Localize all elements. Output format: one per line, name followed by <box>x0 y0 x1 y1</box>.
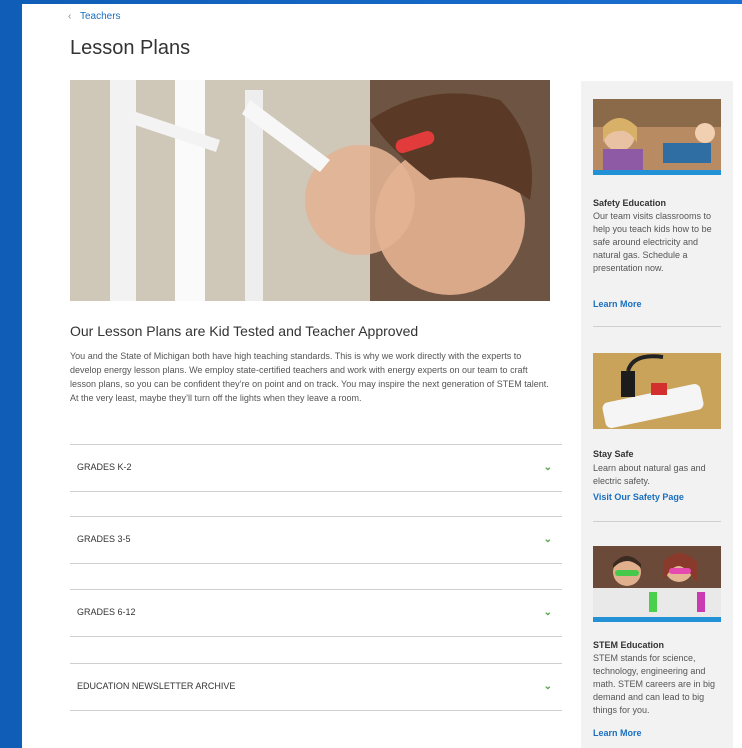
browser-frame: ‹ Teachers Lesson Plans Our Lesson Plans… <box>0 0 742 748</box>
accordion-label: GRADES 6-12 <box>77 607 136 617</box>
card-heading-safety-education: Safety Education <box>593 198 667 208</box>
card-heading-stem-education: STEM Education <box>593 640 665 650</box>
accordion-label: EDUCATION NEWSLETTER ARCHIVE <box>77 681 236 691</box>
card-text-stem-education: STEM stands for science, technology, eng… <box>593 653 716 715</box>
accordion-label: GRADES K-2 <box>77 462 132 472</box>
page-title: Lesson Plans <box>70 37 191 59</box>
chevron-down-icon: ⌄ <box>543 607 552 618</box>
card-text-safety-education: Our team visits classrooms to help you t… <box>593 211 712 273</box>
stem-education-image <box>593 546 721 622</box>
card-accent-bar <box>593 617 721 622</box>
intro-paragraph: You and the State of Michigan both have … <box>70 351 549 403</box>
chevron-left-icon: ‹ <box>68 11 72 22</box>
stay-safe-image <box>593 353 721 429</box>
accordion-label: GRADES 3-5 <box>77 534 131 544</box>
divider <box>593 326 721 327</box>
breadcrumb[interactable]: ‹ Teachers <box>68 11 121 22</box>
chevron-down-icon: ⌄ <box>543 462 552 473</box>
accordion-grades-k-2[interactable]: GRADES K-2 ⌄ <box>70 444 562 492</box>
card-accent-bar <box>593 170 721 175</box>
safety-education-image <box>593 99 721 175</box>
divider <box>593 521 721 522</box>
hero-image <box>70 80 550 301</box>
breadcrumb-link[interactable]: Teachers <box>80 11 121 22</box>
chevron-down-icon: ⌄ <box>543 681 552 692</box>
visit-safety-page-link[interactable]: Visit Our Safety Page <box>593 492 684 502</box>
card-heading-stay-safe: Stay Safe <box>593 449 634 459</box>
chevron-down-icon: ⌄ <box>543 534 552 545</box>
accordion-grades-3-5[interactable]: GRADES 3-5 ⌄ <box>70 516 562 564</box>
card-text-stay-safe: Learn about natural gas and electric saf… <box>593 463 706 486</box>
accordion-grades-6-12[interactable]: GRADES 6-12 ⌄ <box>70 589 562 637</box>
sidebar: Safety Education Our team visits classro… <box>581 81 733 748</box>
section-title: Our Lesson Plans are Kid Tested and Teac… <box>70 323 419 339</box>
learn-more-link[interactable]: Learn More <box>593 728 642 738</box>
learn-more-link[interactable]: Learn More <box>593 299 642 309</box>
accordion-newsletter-archive[interactable]: EDUCATION NEWSLETTER ARCHIVE ⌄ <box>70 663 562 711</box>
page: ‹ Teachers Lesson Plans Our Lesson Plans… <box>22 4 742 748</box>
